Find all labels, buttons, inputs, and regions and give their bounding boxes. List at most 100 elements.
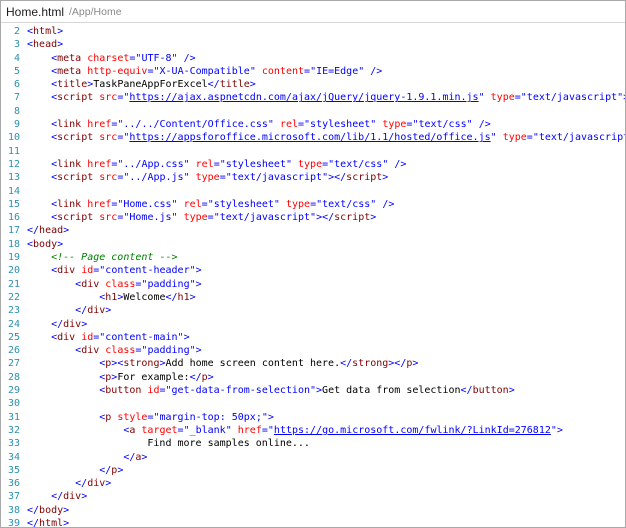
code-line[interactable]: 39 </html> (1, 517, 625, 527)
line-number: 11 (7, 145, 20, 157)
code-content: <body> (27, 238, 63, 251)
code-line[interactable]: 31 <p style="margin-top: 50px;"> (1, 411, 625, 424)
code-line[interactable]: 7 <script src="https://ajax.aspnetcdn.com… (1, 91, 625, 104)
code-attribute-value: "stylesheet" (219, 158, 292, 170)
code-attribute-value: "Home.js" (123, 212, 178, 224)
code-punctuation: </ (460, 385, 473, 397)
code-attribute-value: "X-UA-Compatible" (153, 65, 256, 77)
code-line[interactable]: 29 <button id="get-data-from-selection">G… (1, 384, 625, 397)
code-tag-name: link (57, 158, 82, 170)
code-attribute-value: "_blank" (183, 424, 232, 436)
code-tag-name: button (472, 385, 509, 397)
code-attribute-value: "../../Content/Office.css" (117, 119, 274, 131)
code-tag-name: head (39, 225, 64, 237)
line-number: 30 (7, 398, 20, 410)
code-line[interactable]: 37 </div> (1, 490, 625, 503)
code-tag-name: title (57, 79, 88, 91)
code-content: </a> (27, 451, 147, 464)
editor-tab[interactable]: Home.html /App/Home (1, 1, 625, 23)
line-number: 3 (13, 39, 20, 51)
code-line[interactable]: 9 <link href="../../Content/Office.css" r… (1, 118, 625, 131)
code-content: <div class="padding"> (27, 278, 201, 291)
line-number: 5 (13, 65, 20, 77)
code-content: <script src="Home.js" type="text/javascr… (27, 211, 376, 224)
code-content: <a target="_blank" href="https://go.micr… (27, 424, 563, 437)
code-line[interactable]: 36 </div> (1, 477, 625, 490)
code-attribute: type (183, 212, 208, 224)
code-line[interactable]: 18 <body> (1, 238, 625, 251)
code-line[interactable]: 28 <p>For example:</p> (1, 371, 625, 384)
code-line[interactable]: 13 <script src="../App.js" type="text/jav… (1, 171, 625, 184)
code-line[interactable]: 33 Find more samples online... (1, 437, 625, 450)
code-line[interactable]: 16 <script src="Home.js" type="text/javas… (1, 211, 625, 224)
code-punctuation: > (412, 358, 419, 370)
code-line[interactable]: 8 (1, 105, 625, 118)
code-line[interactable]: 2 <html> (1, 25, 625, 38)
tab-file-name[interactable]: Home.html (6, 5, 64, 19)
code-line[interactable]: 17 </head> (1, 224, 625, 237)
code-line[interactable]: 3 <head> (1, 38, 625, 51)
code-punctuation: </ (75, 305, 88, 317)
code-line[interactable]: 20 <div id="content-header"> (1, 264, 625, 277)
line-number: 9 (13, 119, 20, 131)
code-line[interactable]: 38 </body> (1, 504, 625, 517)
code-attribute: href (87, 198, 112, 210)
code-line[interactable]: 35 </p> (1, 464, 625, 477)
code-line[interactable]: 34 </a> (1, 451, 625, 464)
code-tag-name: div (57, 265, 76, 277)
code-line[interactable]: 26 <div class="padding"> (1, 344, 625, 357)
code-url-link[interactable]: https://appsforoffice.microsoft.com/lib/… (129, 132, 490, 143)
code-url-link[interactable]: https://ajax.aspnetcdn.com/ajax/jQuery/j… (129, 92, 478, 103)
code-content: </div> (27, 318, 87, 331)
code-line[interactable]: 21 <div class="padding"> (1, 278, 625, 291)
code-line[interactable]: 11 (1, 145, 625, 158)
code-attribute-value: "padding" (141, 278, 196, 290)
code-line[interactable]: 25 <div id="content-main"> (1, 331, 625, 344)
code-line[interactable]: 32 <a target="_blank" href="https://go.mi… (1, 424, 625, 437)
code-punctuation: ></ (328, 172, 347, 184)
code-attribute: href (237, 424, 262, 436)
code-line[interactable]: 10 <script src="https://appsforoffice.mic… (1, 131, 625, 144)
code-url-link[interactable]: https://go.microsoft.com/fwlink/?LinkId=… (274, 425, 551, 436)
code-content: <html> (27, 25, 63, 38)
code-punctuation: > (556, 424, 563, 436)
code-attribute-value: "text/javascript" (213, 212, 317, 224)
tab-file-path: /App/Home (69, 5, 122, 18)
code-line[interactable]: 5 <meta http-equiv="X-UA-Compatible" cont… (1, 65, 625, 78)
code-attribute: src (99, 92, 118, 104)
code-line[interactable]: 30 (1, 397, 625, 410)
code-line[interactable]: 15 <link href="Home.css" rel="stylesheet"… (1, 198, 625, 211)
code-content: <link href="Home.css" rel="stylesheet" t… (27, 198, 394, 211)
code-attribute: class (105, 278, 136, 290)
code-content: <script src="https://appsforoffice.micro… (27, 131, 625, 144)
code-content: </div> (27, 477, 111, 490)
code-line[interactable]: 24 </div> (1, 318, 625, 331)
code-text: Get data from selection (322, 385, 461, 397)
code-attribute: type (382, 119, 407, 131)
code-line[interactable]: 4 <meta charset="UTF-8" /> (1, 52, 625, 65)
code-attribute: type (195, 172, 220, 184)
code-line[interactable]: 23 </div> (1, 304, 625, 317)
code-punctuation: > (207, 371, 214, 383)
code-editor[interactable]: 2 <html> 3 <head> 4 <meta charset="UTF-8" /> 5… (1, 23, 625, 527)
code-tag-name: div (81, 278, 100, 290)
line-number: 25 (7, 331, 20, 343)
code-punctuation: > (141, 451, 148, 463)
code-attribute-value: "IE=Edge" (310, 65, 365, 77)
code-line[interactable]: 12 <link href="../App.css" rel="styleshee… (1, 158, 625, 171)
code-attribute: style (117, 411, 148, 423)
code-punctuation: </ (207, 79, 220, 91)
line-number: 12 (7, 158, 20, 170)
code-punctuation: > (63, 225, 70, 237)
line-number: 21 (7, 278, 20, 290)
code-line[interactable]: 19 <!-- Page content --> (1, 251, 625, 264)
code-line[interactable]: 14 (1, 185, 625, 198)
code-punctuation: > (57, 238, 64, 250)
code-punctuation: /> (394, 158, 407, 170)
code-line[interactable]: 27 <p><strong>Add home screen content her… (1, 357, 625, 370)
code-line[interactable]: 22 <h1>Welcome</h1> (1, 291, 625, 304)
code-punctuation: >< (111, 358, 124, 370)
code-line[interactable]: 6 <title>TaskPaneAppForExcel</title> (1, 78, 625, 91)
line-number: 35 (7, 464, 20, 476)
code-attribute-value: "text/css" (412, 119, 473, 131)
